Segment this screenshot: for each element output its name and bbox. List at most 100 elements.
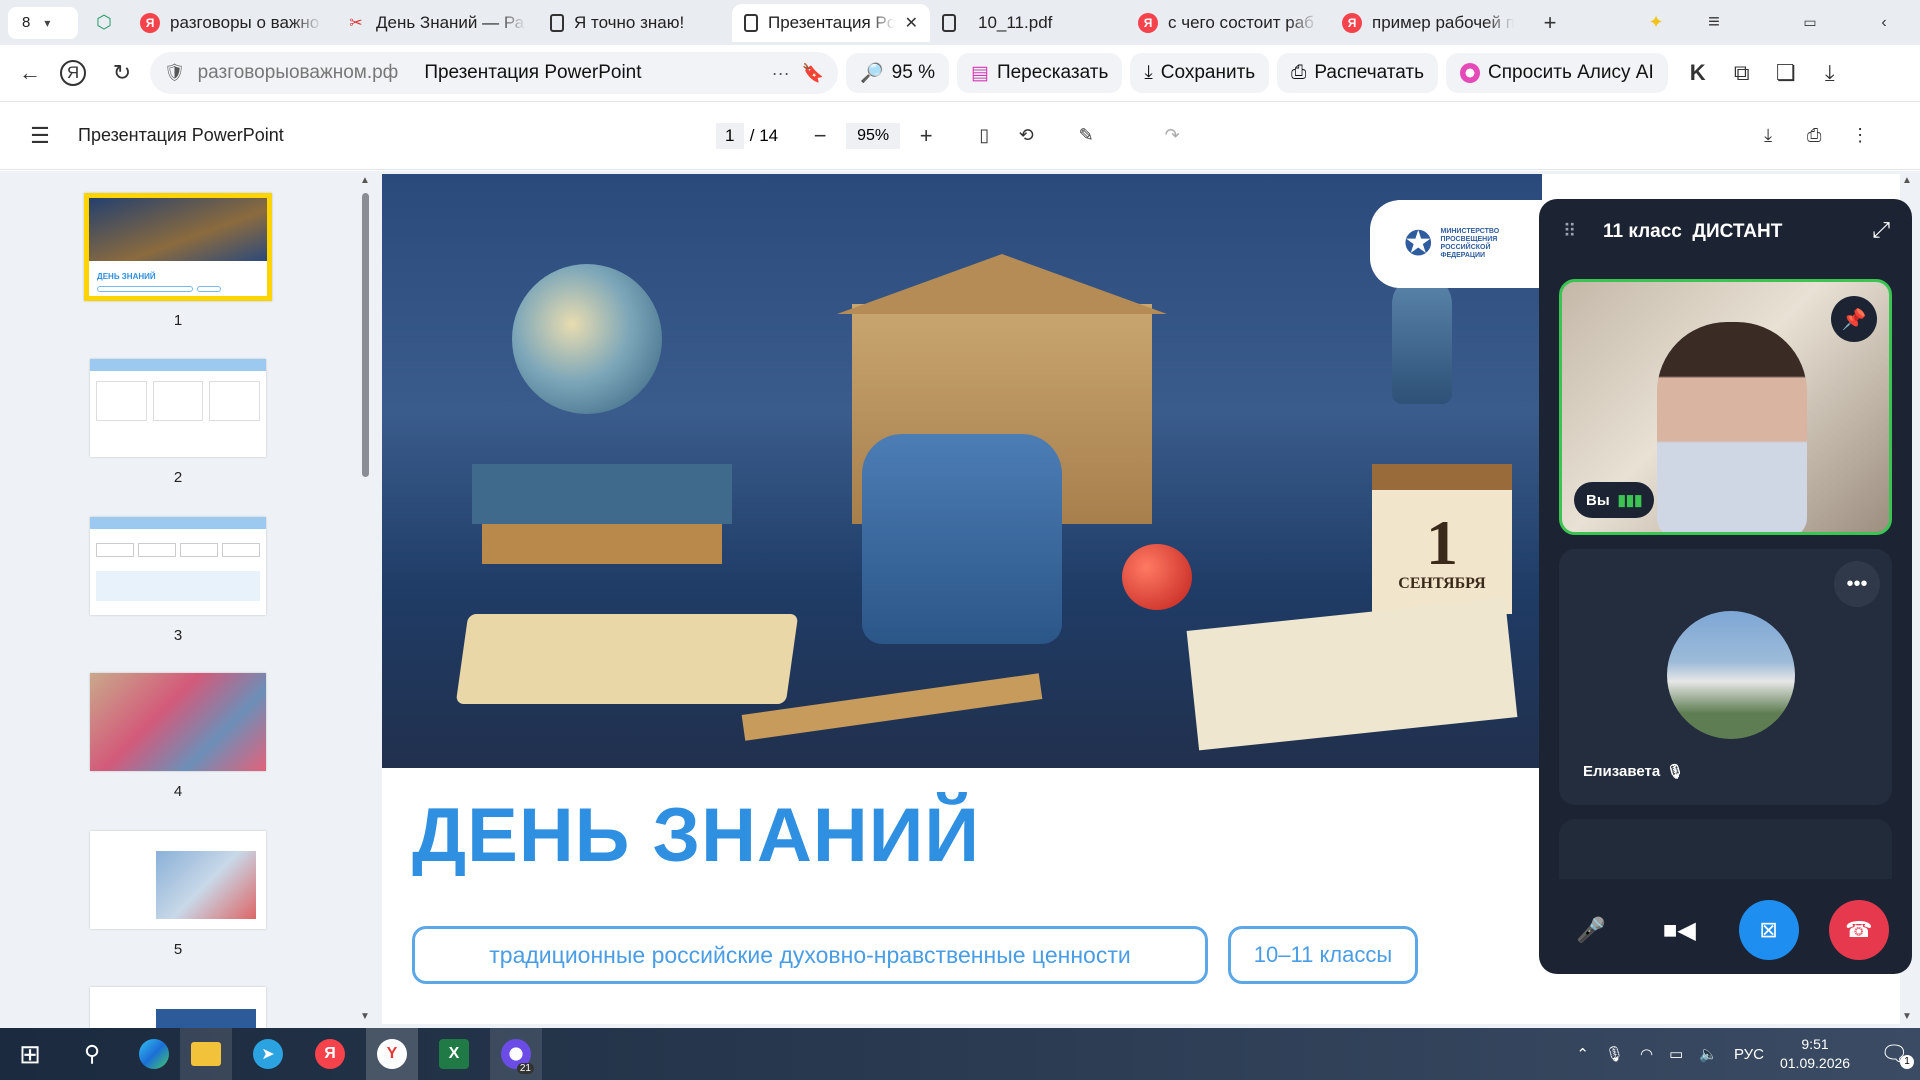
calendar-month: СЕНТЯБРЯ <box>1398 575 1486 592</box>
puzzle-icon[interactable]: ⧉ <box>1724 55 1760 91</box>
sidebar-scrollbar[interactable]: ▲ ▼ <box>360 171 370 1028</box>
thumbnail-3-tags <box>96 543 260 557</box>
edge-icon[interactable] <box>128 1028 180 1080</box>
tab-7[interactable]: Я пример рабочей пр <box>1330 4 1526 42</box>
retell-button[interactable]: ▤ Пересказать <box>956 53 1123 93</box>
page-input[interactable]: 1 <box>715 122 744 149</box>
bookmark-icon[interactable]: 🔖 <box>802 63 824 84</box>
chevron-up-icon[interactable]: ⌃ <box>1576 1045 1589 1063</box>
yandex-app-icon[interactable]: Я <box>304 1028 356 1080</box>
thumb-number: 5 <box>173 941 183 958</box>
thumbnail-6[interactable] <box>90 987 266 1028</box>
language-indicator[interactable]: РУС <box>1734 1046 1764 1063</box>
tab-6[interactable]: Я с чего состоит раб <box>1126 4 1330 42</box>
redo-icon[interactable]: ↷ <box>1154 118 1190 154</box>
hangup-button[interactable]: ☎ <box>1828 900 1889 960</box>
screen-share-icon: ⊠ <box>1759 917 1778 942</box>
ask-alice-button[interactable]: Спросить Алису AI <box>1446 53 1668 93</box>
search-icon[interactable]: ⚲ <box>66 1028 118 1080</box>
camera-button[interactable]: ■◀ <box>1650 901 1708 959</box>
zoom-pill[interactable]: 🔎 95 % <box>846 53 949 93</box>
thumbnail-3[interactable] <box>90 517 266 615</box>
yandex-logo-icon[interactable]: Я <box>60 60 86 86</box>
sparkle-icon[interactable]: ✦ <box>1638 5 1674 41</box>
tab-3[interactable]: Я точно знаю! <box>538 4 732 42</box>
thumbnail-5[interactable] <box>90 831 266 929</box>
expand-icon[interactable]: ⤢ <box>1872 217 1890 243</box>
battery-icon[interactable]: ▭ <box>1669 1045 1683 1063</box>
camera-icon: ■◀ <box>1662 916 1696 944</box>
tab-4-active[interactable]: Презентация Po ✕ <box>732 3 930 42</box>
close-icon[interactable]: ✕ <box>905 13 918 33</box>
draw-icon[interactable]: ✎ <box>1068 118 1104 154</box>
fit-page-icon[interactable]: ▯ <box>966 118 1002 154</box>
thumbnail-1[interactable]: ДЕНЬ ЗНАНИЙ <box>84 193 272 301</box>
calendar-illustration: 1 СЕНТЯБРЯ <box>1372 464 1512 614</box>
more-vertical-icon[interactable]: ⋮ <box>1842 118 1878 154</box>
file-explorer-icon[interactable] <box>180 1028 232 1080</box>
scroll-down-icon[interactable]: ▼ <box>360 1011 370 1022</box>
speaking-bars-icon: ▮▮▮ <box>1617 492 1643 509</box>
volume-icon[interactable]: 🔈 <box>1699 1045 1718 1063</box>
zoom-in-icon[interactable]: + <box>908 118 944 154</box>
print-pdf-icon[interactable]: ⎙ <box>1796 118 1832 154</box>
excel-icon[interactable]: X <box>428 1028 480 1080</box>
zoom-out-icon[interactable]: − <box>802 118 838 154</box>
tab-counter-button[interactable]: 8 ▾ <box>8 6 78 39</box>
telegram-icon[interactable]: ➤ <box>242 1028 294 1080</box>
books-illustration <box>472 464 732 524</box>
tab-title: пример рабочей пр <box>1372 12 1514 32</box>
hamburger-icon[interactable]: ☰ <box>22 118 58 154</box>
zoom-pill-label: 95 % <box>891 62 935 83</box>
document-icon <box>744 13 758 32</box>
save-button[interactable]: ⤓ Сохранить <box>1130 53 1270 93</box>
tab-2[interactable]: ✂ День Знаний — Ра <box>334 4 538 42</box>
yandex-icon: Я <box>1342 12 1362 33</box>
main-scroll-down-icon[interactable]: ▼ <box>1902 1011 1912 1022</box>
main-scroll-up-icon[interactable]: ▲ <box>1902 175 1912 186</box>
notification-center[interactable]: 🗨 1 <box>1880 1041 1914 1069</box>
clock[interactable]: 9:51 01.09.2026 <box>1780 1035 1850 1073</box>
extension-k-icon[interactable]: K <box>1680 55 1716 91</box>
new-tab-icon[interactable]: + <box>1532 5 1568 41</box>
pdf-title: Презентация PowerPoint <box>78 125 284 145</box>
meeting-app-icon[interactable]: 21 <box>490 1028 542 1080</box>
screen-share-button[interactable]: ⊠ <box>1738 900 1799 960</box>
tab-1[interactable]: Я разговоры о важно <box>128 4 334 42</box>
rotate-icon[interactable]: ⟲ <box>1008 118 1044 154</box>
back-arrow-icon[interactable]: ← <box>12 55 48 91</box>
folder-shape <box>191 1042 221 1066</box>
print-button[interactable]: ⎙ Распечатать <box>1277 53 1438 93</box>
thumbnail-1-title: ДЕНЬ ЗНАНИЙ <box>97 272 156 281</box>
download-pdf-icon[interactable]: ⤓ <box>1750 118 1786 154</box>
wifi-icon[interactable]: ◠ <box>1640 1045 1653 1063</box>
windows-start-icon[interactable]: ⊞ <box>4 1028 56 1080</box>
cube-icon[interactable]: ⬡ <box>86 5 122 41</box>
pin-button[interactable]: 📌 <box>1831 296 1877 342</box>
menu-icon[interactable]: ≡ <box>1696 5 1732 41</box>
open-book-illustration <box>455 614 799 704</box>
yandex-browser-icon[interactable]: Y <box>366 1028 418 1080</box>
scroll-thumb[interactable] <box>362 193 369 477</box>
drag-handle-icon[interactable]: ⠿ <box>1563 221 1576 242</box>
mic-button[interactable]: 🎤 <box>1562 901 1620 959</box>
url-box[interactable]: 🛡 разговорыоважном.рф Презентация PowerP… <box>150 52 838 94</box>
tray-mic-icon[interactable]: 🎙 <box>1605 1045 1624 1063</box>
thumbnail-4[interactable] <box>90 673 266 771</box>
minimize-icon[interactable]: ▭ <box>1792 5 1828 41</box>
downloads-icon[interactable]: ⤓ <box>1812 55 1848 91</box>
thumbnail-2[interactable] <box>90 359 266 457</box>
scroll-up-icon[interactable]: ▲ <box>360 175 370 186</box>
more-options-button[interactable]: ••• <box>1834 561 1880 607</box>
tab-5[interactable]: 10_11.pdf <box>930 4 1126 42</box>
more-icon[interactable]: ··· <box>772 63 790 84</box>
notification-count: 1 <box>1900 1055 1914 1069</box>
zoom-input[interactable]: 95% <box>846 122 901 149</box>
collections-icon[interactable]: ❏ <box>1768 55 1804 91</box>
reload-icon[interactable]: ↻ <box>104 55 140 91</box>
self-video-tile[interactable]: 📌 Вы ▮▮▮ <box>1559 279 1892 535</box>
participant-tile[interactable]: ••• Елизавета 🎙 <box>1559 549 1892 805</box>
back-small-icon[interactable]: ‹ <box>1866 5 1902 41</box>
system-tray: ⌃ 🎙 ◠ ▭ 🔈 РУС 9:51 01.09.2026 🗨 1 <box>1576 1035 1920 1073</box>
bow-icon: ✂ <box>349 14 363 32</box>
